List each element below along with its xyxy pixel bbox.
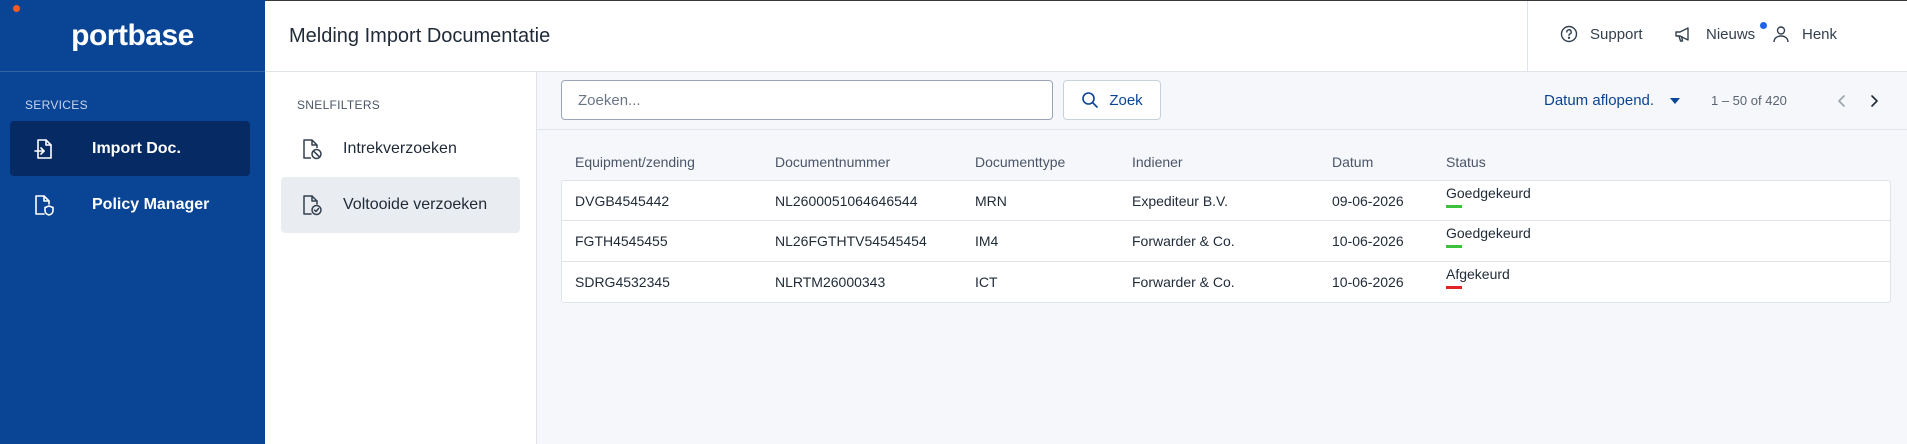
user-label: Henk — [1802, 25, 1838, 43]
sort-dropdown[interactable]: Datum aflopend. — [1544, 92, 1681, 109]
sort-label: Datum aflopend. — [1544, 92, 1655, 109]
cell-submitter: Expediteur B.V. — [1132, 193, 1228, 209]
column-header-document-number[interactable]: Documentnummer — [775, 154, 890, 170]
main-content: Zoek Datum aflopend. 1 – 50 of 420 Equip… — [537, 72, 1907, 444]
cell-document-type: IM4 — [975, 233, 999, 249]
page-title: Melding Import Documentatie — [289, 25, 551, 47]
column-header-equipment[interactable]: Equipment/zending — [575, 154, 695, 170]
column-header-submitter[interactable]: Indiener — [1132, 154, 1183, 170]
search-icon — [1082, 92, 1099, 108]
status-text: Goedgekeurd — [1446, 225, 1531, 241]
caret-down-icon — [1670, 97, 1681, 104]
cell-document-number: NLRTM26000343 — [775, 274, 886, 290]
logo-text: portbase — [71, 18, 194, 52]
previous-page-button[interactable] — [1830, 89, 1854, 113]
table-header: Equipment/zending Documentnummer Documen… — [561, 154, 1891, 172]
cell-equipment: DVGB4545442 — [575, 193, 670, 209]
sidebar-item-import-doc[interactable]: Import Doc. — [10, 121, 250, 176]
cell-date: 09-06-2026 — [1332, 193, 1404, 209]
header-actions: Support Nieuws Henk — [1527, 1, 1907, 72]
chevron-right-icon — [1871, 95, 1878, 107]
table-row[interactable]: DVGB4545442 NL2600051064646544 MRN Exped… — [561, 180, 1891, 221]
cell-equipment: SDRG4532345 — [575, 274, 670, 290]
sidebar-item-label: Policy Manager — [92, 195, 210, 213]
quick-filters-title: SNELFILTERS — [297, 98, 381, 112]
sidebar: portbase SERVICES Import Doc. Policy Man… — [0, 0, 265, 444]
sidebar-item-policy-manager[interactable]: Policy Manager — [10, 177, 250, 232]
megaphone-icon — [1675, 27, 1689, 42]
cell-equipment: FGTH4545455 — [575, 233, 668, 249]
user-menu-button[interactable]: Henk — [1772, 25, 1837, 43]
toolbar: Zoek Datum aflopend. 1 – 50 of 420 — [537, 72, 1907, 130]
document-import-icon — [30, 135, 58, 163]
status-badge: Goedgekeurd — [1446, 225, 1531, 248]
quick-filters-panel: SNELFILTERS Intrekverzoeken Voltooide ve… — [265, 72, 537, 444]
filter-completed-requests[interactable]: Voltooide verzoeken — [281, 177, 520, 233]
status-badge: Afgekeurd — [1446, 266, 1510, 289]
sidebar-section-label: SERVICES — [25, 98, 88, 112]
cell-document-type: MRN — [975, 193, 1007, 209]
notification-dot — [1760, 22, 1767, 29]
status-indicator — [1446, 286, 1462, 289]
status-text: Goedgekeurd — [1446, 185, 1531, 201]
support-label: Support — [1590, 25, 1643, 43]
cell-submitter: Forwarder & Co. — [1132, 233, 1235, 249]
filter-label: Intrekverzoeken — [343, 140, 457, 157]
table-row[interactable]: SDRG4532345 NLRTM26000343 ICT Forwarder … — [561, 262, 1891, 303]
status-indicator — [1446, 205, 1462, 208]
table-body: DVGB4545442 NL2600051064646544 MRN Exped… — [561, 180, 1891, 303]
cell-submitter: Forwarder & Co. — [1132, 274, 1235, 290]
pagination-range: 1 – 50 of 420 — [1711, 93, 1787, 108]
search-button[interactable]: Zoek — [1063, 80, 1161, 120]
column-header-document-type[interactable]: Documenttype — [975, 154, 1065, 170]
news-button[interactable]: Nieuws — [1674, 25, 1755, 43]
status-text: Afgekeurd — [1446, 266, 1510, 282]
support-button[interactable]: Support — [1560, 25, 1643, 43]
status-indicator — [1446, 245, 1462, 248]
status-badge: Goedgekeurd — [1446, 185, 1531, 208]
column-header-date[interactable]: Datum — [1332, 154, 1373, 170]
chevron-left-icon — [1838, 95, 1845, 107]
column-header-status[interactable]: Status — [1446, 154, 1486, 170]
user-icon — [1773, 26, 1789, 43]
document-shield-icon — [30, 191, 58, 219]
cell-date: 10-06-2026 — [1332, 274, 1404, 290]
cell-document-number: NL2600051064646544 — [775, 193, 918, 209]
search-input[interactable] — [561, 80, 1053, 120]
search-button-label: Zoek — [1109, 91, 1143, 109]
sidebar-item-label: Import Doc. — [92, 139, 181, 157]
cell-date: 10-06-2026 — [1332, 233, 1404, 249]
document-cancel-icon — [299, 136, 325, 162]
cell-document-number: NL26FGTHTV54545454 — [775, 233, 927, 249]
next-page-button[interactable] — [1862, 89, 1886, 113]
logo[interactable]: portbase — [0, 0, 265, 72]
filter-withdrawal-requests[interactable]: Intrekverzoeken — [281, 121, 520, 177]
cell-document-type: ICT — [975, 274, 998, 290]
logo-accent-dot — [13, 5, 20, 12]
help-circle-icon — [1560, 25, 1578, 43]
news-label: Nieuws — [1706, 25, 1756, 43]
table-row[interactable]: FGTH4545455 NL26FGTHTV54545454 IM4 Forwa… — [561, 221, 1891, 262]
header: Melding Import Documentatie Support Nieu… — [265, 0, 1907, 72]
document-check-icon — [299, 192, 325, 218]
filter-label: Voltooide verzoeken — [343, 196, 488, 213]
